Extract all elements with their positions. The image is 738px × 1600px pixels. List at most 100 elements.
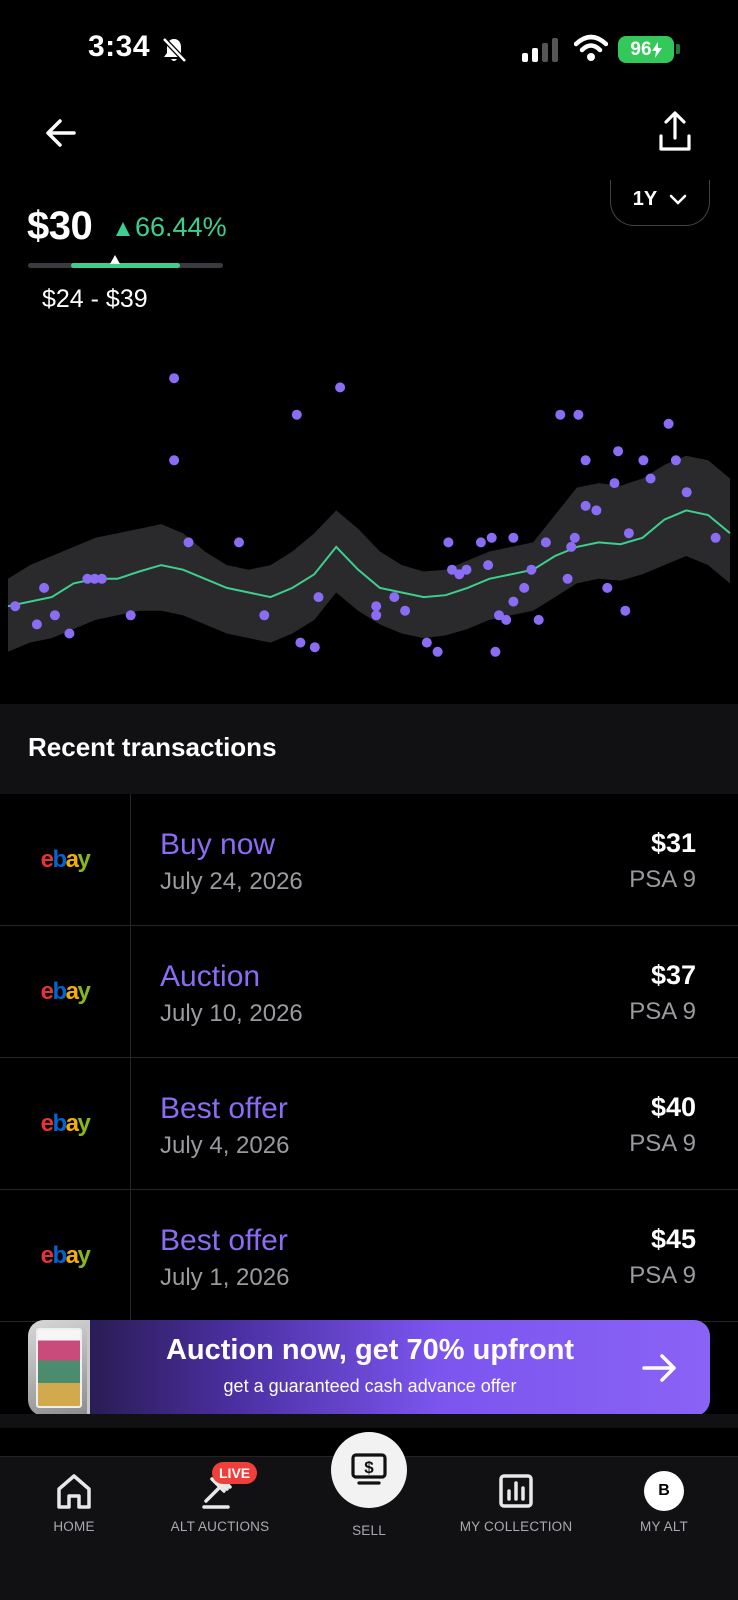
period-selector[interactable]: 1Y: [610, 180, 710, 226]
sale-point[interactable]: [10, 601, 21, 612]
sale-point[interactable]: [313, 592, 324, 603]
price-history-chart[interactable]: [0, 340, 738, 690]
sale-point[interactable]: [461, 564, 472, 575]
sale-point[interactable]: [613, 446, 624, 457]
transaction-date: July 24, 2026: [160, 868, 303, 895]
sale-point[interactable]: [443, 537, 454, 548]
transaction-date: July 4, 2026: [160, 1132, 290, 1159]
marketplace-logo-cell: ebay: [0, 794, 131, 925]
sale-point[interactable]: [580, 500, 591, 511]
transaction-price: $37: [650, 960, 696, 990]
sale-point[interactable]: [609, 478, 620, 489]
sale-point[interactable]: [710, 532, 721, 543]
marketplace-logo-cell: ebay: [0, 926, 131, 1057]
sale-point[interactable]: [620, 605, 631, 616]
battery-indicator: 96: [618, 36, 674, 63]
promo-subtitle: get a guaranteed cash advance offer: [223, 1376, 517, 1396]
status-time: 3:34: [88, 30, 151, 63]
home-icon: [57, 1474, 91, 1509]
sale-point[interactable]: [309, 642, 320, 653]
wifi-icon: [574, 34, 608, 61]
sale-point[interactable]: [400, 605, 411, 616]
sale-point[interactable]: [39, 582, 50, 593]
cellular-signal-icon: [522, 38, 558, 62]
sale-point[interactable]: [295, 637, 306, 648]
sale-point[interactable]: [483, 560, 494, 571]
auction-promo-banner[interactable]: Auction now, get 70% upfront get a guara…: [28, 1320, 710, 1416]
tab-my-alt-label: MY ALT: [640, 1519, 688, 1534]
sale-point[interactable]: [555, 409, 566, 420]
sale-point[interactable]: [31, 619, 42, 630]
tab-my-collection-label: MY COLLECTION: [459, 1519, 573, 1534]
sale-point[interactable]: [602, 582, 613, 593]
sale-point[interactable]: [519, 582, 530, 593]
tab-my-collection[interactable]: MY COLLECTION: [450, 1457, 582, 1557]
sale-point[interactable]: [533, 614, 544, 625]
sale-point[interactable]: [49, 610, 60, 621]
sale-point[interactable]: [389, 592, 400, 603]
ebay-logo: ebay: [40, 977, 91, 1005]
sale-point[interactable]: [681, 487, 692, 498]
tab-my-alt[interactable]: B MY ALT: [626, 1457, 702, 1557]
sale-point[interactable]: [526, 564, 537, 575]
sale-point[interactable]: [508, 532, 519, 543]
sale-point[interactable]: [371, 601, 382, 612]
sale-point[interactable]: [486, 532, 497, 543]
sell-button[interactable]: $: [331, 1432, 407, 1508]
sale-point[interactable]: [566, 541, 577, 552]
sale-point[interactable]: [663, 418, 674, 429]
battery-level: 96: [630, 38, 652, 60]
promo-title: Auction now, get 70% upfront: [165, 1334, 575, 1366]
sale-point[interactable]: [490, 646, 501, 657]
sale-point[interactable]: [645, 473, 656, 484]
ebay-logo: ebay: [40, 1241, 91, 1269]
status-bar: 3:34 96: [0, 0, 738, 100]
sale-point[interactable]: [573, 409, 584, 420]
sale-point[interactable]: [638, 455, 649, 466]
sale-point[interactable]: [562, 573, 573, 584]
share-icon[interactable]: [654, 110, 696, 154]
transaction-row[interactable]: ebay Best offer July 4, 2026 $40 PSA 9: [0, 1058, 738, 1190]
sale-point[interactable]: [580, 455, 591, 466]
ebay-logo: ebay: [40, 1109, 91, 1137]
price-range-marker: [109, 255, 120, 264]
sale-point[interactable]: [540, 537, 551, 548]
marketplace-logo-cell: ebay: [0, 1190, 131, 1321]
sale-point[interactable]: [96, 573, 107, 584]
transaction-row[interactable]: ebay Buy now July 24, 2026 $31 PSA 9: [0, 794, 738, 926]
sale-point[interactable]: [501, 614, 512, 625]
price-change-value: 66.44%: [135, 212, 227, 242]
sale-point[interactable]: [64, 628, 75, 639]
transaction-date: July 10, 2026: [160, 1000, 303, 1027]
sale-point[interactable]: [125, 610, 136, 621]
transaction-row[interactable]: ebay Best offer July 1, 2026 $45 PSA 9: [0, 1190, 738, 1322]
price-change: 66.44%: [115, 212, 227, 243]
sale-point[interactable]: [569, 532, 580, 543]
tab-home[interactable]: HOME: [34, 1457, 114, 1557]
avatar: B: [644, 1471, 684, 1511]
price-range-text: $24 - $39: [42, 285, 148, 313]
cash-register-icon: $: [351, 1453, 387, 1485]
sale-point[interactable]: [335, 382, 346, 393]
sale-point[interactable]: [371, 610, 382, 621]
sale-point[interactable]: [421, 637, 432, 648]
tab-home-label: HOME: [53, 1519, 95, 1534]
sale-point[interactable]: [623, 528, 634, 539]
sale-point[interactable]: [432, 646, 443, 657]
sale-point[interactable]: [259, 610, 270, 621]
sale-point[interactable]: [169, 373, 180, 384]
transaction-row[interactable]: ebay Auction July 10, 2026 $37 PSA 9: [0, 926, 738, 1058]
sale-point[interactable]: [591, 505, 602, 516]
promo-divider: [0, 1414, 738, 1428]
marketplace-logo-cell: ebay: [0, 1058, 131, 1189]
sale-point[interactable]: [169, 455, 180, 466]
sale-point[interactable]: [183, 537, 194, 548]
sale-point[interactable]: [508, 596, 519, 607]
sale-point[interactable]: [234, 537, 244, 548]
sale-point[interactable]: [670, 455, 681, 466]
sale-point[interactable]: [475, 537, 486, 548]
sale-point[interactable]: [291, 409, 302, 420]
back-arrow-icon[interactable]: [40, 112, 82, 154]
ebay-logo: ebay: [40, 845, 91, 873]
transaction-type: Buy now: [160, 828, 276, 861]
